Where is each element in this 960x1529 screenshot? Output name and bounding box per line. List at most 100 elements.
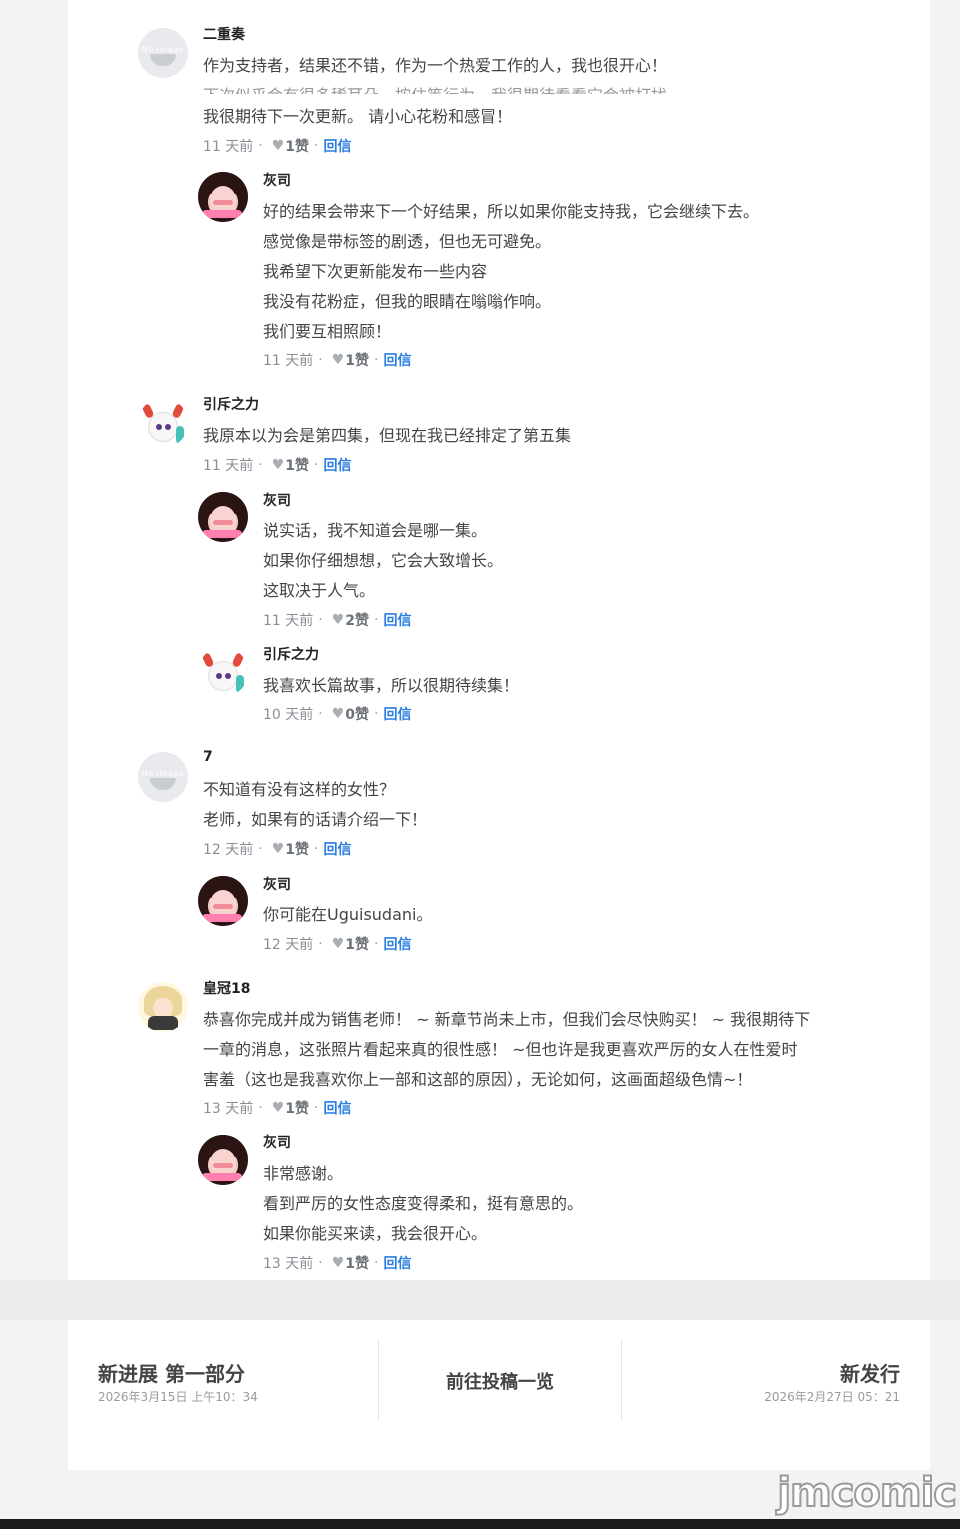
comment-username[interactable]: 灰司	[263, 1132, 291, 1152]
reply-link[interactable]: 回信	[383, 934, 411, 954]
comment-text: 我希望下次更新能发布一些内容	[263, 262, 488, 281]
comment-meta: 11 天前 · ♥ 1赞 · 回信	[203, 455, 352, 475]
like-count[interactable]: 1赞	[285, 136, 309, 156]
like-count[interactable]: 1赞	[285, 455, 309, 475]
comment-time: 12 天前	[203, 842, 254, 858]
heart-icon[interactable]: ♥	[332, 612, 345, 628]
post-list-link[interactable]: 前往投稿一览	[378, 1368, 622, 1394]
comment-username[interactable]: 灰司	[263, 170, 291, 190]
comment-username[interactable]: 7	[203, 749, 213, 765]
author-avatar[interactable]	[198, 876, 248, 926]
comment-text: 作为支持者，结果还不错，作为一个热爱工作的人，我也很开心！	[203, 56, 668, 75]
reply-link[interactable]: 回信	[323, 839, 351, 859]
comment-text: 害羞（这也是我喜欢你上一部和这部的原因），无论如何，这画面超级色情~！	[203, 1070, 753, 1089]
comment-text: 你可能在Uguisudani。	[263, 905, 433, 924]
comment-text: 我们要互相照顾！	[263, 322, 392, 341]
comment-meta: 13 天前 · ♥ 1赞 · 回信	[263, 1253, 412, 1273]
comment-username[interactable]: 灰司	[263, 874, 291, 894]
comment-time: 13 天前	[263, 1256, 314, 1272]
comment-time: 11 天前	[203, 458, 254, 474]
comment-time: 12 天前	[263, 937, 314, 953]
author-avatar[interactable]	[198, 1135, 248, 1185]
like-count[interactable]: 1赞	[345, 934, 369, 954]
next-post-date: 2026年2月27日 05：21	[764, 1390, 900, 1404]
comment-time: 11 天前	[203, 139, 254, 155]
comment-time: 11 天前	[263, 613, 314, 629]
heart-icon[interactable]: ♥	[272, 841, 285, 857]
comment-text: 说实话，我不知道会是哪一集。	[263, 521, 488, 540]
prev-post-title[interactable]: 新进展 第一部分	[98, 1358, 245, 1387]
heart-icon[interactable]: ♥	[272, 1100, 285, 1116]
heart-icon[interactable]: ♥	[332, 936, 345, 952]
comment-meta: 12 天前 · ♥ 1赞 · 回信	[203, 839, 352, 859]
comment-meta: 13 天前 · ♥ 1赞 · 回信	[203, 1098, 352, 1118]
like-count[interactable]: 1赞	[345, 1253, 369, 1273]
site-watermark: jmcomic	[776, 1469, 958, 1517]
comment-text: 非常感谢。	[263, 1164, 344, 1183]
like-count[interactable]: 1赞	[345, 350, 369, 370]
comment-time: 11 天前	[263, 353, 314, 369]
comment-username[interactable]: 二重奏	[203, 24, 245, 44]
like-count[interactable]: 1赞	[285, 1098, 309, 1118]
comment-meta: 11 天前 · ♥ 2赞 · 回信	[263, 610, 412, 630]
like-count[interactable]: 0赞	[345, 704, 369, 724]
reply-link[interactable]: 回信	[383, 610, 411, 630]
comment-meta: 11 天前 · ♥ 1赞 · 回信	[263, 350, 412, 370]
smile-icon	[150, 54, 176, 66]
reply-link[interactable]: 回信	[383, 1253, 411, 1273]
like-count[interactable]: 2赞	[345, 610, 369, 630]
comment-time: 10 天前	[263, 707, 314, 723]
comment-time: 13 天前	[203, 1101, 254, 1117]
comment-meta: 11 天前 · ♥ 1赞 · 回信	[203, 136, 352, 156]
comment-text-cutoff: 下次似乎会有很多稀耳朵 按住等行为 我很期待看看它会被打扰	[203, 82, 667, 94]
comment-username[interactable]: 皇冠18	[203, 978, 250, 998]
comment-text: 一章的消息，这张照片看起来真的很性感！ ~但也许是我更喜欢严厉的女人在性爱时	[203, 1040, 798, 1059]
comment-text: 好的结果会带来下一个好结果，所以如果你能支持我，它会继续下去。	[263, 202, 760, 221]
user-avatar[interactable]: No Image	[138, 752, 188, 802]
comment-text: 如果你仔细想想，它会大致增长。	[263, 551, 504, 570]
heart-icon[interactable]: ♥	[332, 1255, 345, 1271]
user-avatar[interactable]	[138, 982, 188, 1032]
reply-link[interactable]: 回信	[323, 136, 351, 156]
comment-text: 我原本以为会是第四集，但现在我已经排定了第五集	[203, 426, 572, 445]
prev-post-date: 2026年3月15日 上午10：34	[98, 1390, 258, 1404]
heart-icon[interactable]: ♥	[272, 138, 285, 154]
no-image-label: No Image	[141, 769, 185, 778]
user-avatar[interactable]	[138, 398, 188, 448]
bottom-bar	[0, 1519, 960, 1529]
comment-meta: 10 天前 · ♥ 0赞 · 回信	[263, 704, 412, 724]
no-image-label: No Image	[141, 45, 185, 54]
author-avatar[interactable]	[198, 172, 248, 222]
comment-text: 我喜欢长篇故事，所以很期待续集！	[263, 676, 520, 695]
comment-text: 感觉像是带标签的剧透，但也无可避免。	[263, 232, 552, 251]
comment-text: 这取决于人气。	[263, 581, 376, 600]
reply-link[interactable]: 回信	[383, 350, 411, 370]
heart-icon[interactable]: ♥	[272, 457, 285, 473]
prev-post-link[interactable]: 新进展 第一部分 2026年3月15日 上午10：34	[68, 1320, 378, 1470]
comment-text: 我很期待下一次更新。 请小心花粉和感冒！	[203, 107, 513, 126]
comment-text: 不知道有没有这样的女性？	[203, 780, 396, 799]
like-count[interactable]: 1赞	[285, 839, 309, 859]
user-avatar[interactable]	[198, 647, 248, 697]
comment-text: 老师，如果有的话请介绍一下！	[203, 810, 428, 829]
comment-text: 看到严厉的女性态度变得柔和，挺有意思的。	[263, 1194, 584, 1213]
comment-username[interactable]: 灰司	[263, 490, 291, 510]
heart-icon[interactable]: ♥	[332, 706, 345, 722]
smile-icon	[150, 778, 176, 790]
post-navigation: 新进展 第一部分 2026年3月15日 上午10：34 前往投稿一览 新发行 2…	[68, 1320, 930, 1470]
comment-username[interactable]: 引斥之力	[203, 394, 259, 414]
author-avatar[interactable]	[198, 492, 248, 542]
reply-link[interactable]: 回信	[383, 704, 411, 724]
reply-link[interactable]: 回信	[323, 1098, 351, 1118]
comment-text: 恭喜你完成并成为销售老师！ ~ 新章节尚未上市，但我们会尽快购买！ ~ 我很期待…	[203, 1010, 811, 1029]
comment-meta: 12 天前 · ♥ 1赞 · 回信	[263, 934, 412, 954]
reply-link[interactable]: 回信	[323, 455, 351, 475]
comment-username[interactable]: 引斥之力	[263, 644, 319, 664]
comment-text: 我没有花粉症，但我的眼睛在嗡嗡作响。	[263, 292, 552, 311]
heart-icon[interactable]: ♥	[332, 352, 345, 368]
comment-text: 如果你能买来读，我会很开心。	[263, 1224, 488, 1243]
next-post-title[interactable]: 新发行	[840, 1358, 900, 1387]
next-post-link[interactable]: 新发行 2026年2月27日 05：21	[622, 1320, 930, 1470]
section-separator	[0, 1280, 960, 1320]
user-avatar[interactable]: No Image	[138, 28, 188, 78]
